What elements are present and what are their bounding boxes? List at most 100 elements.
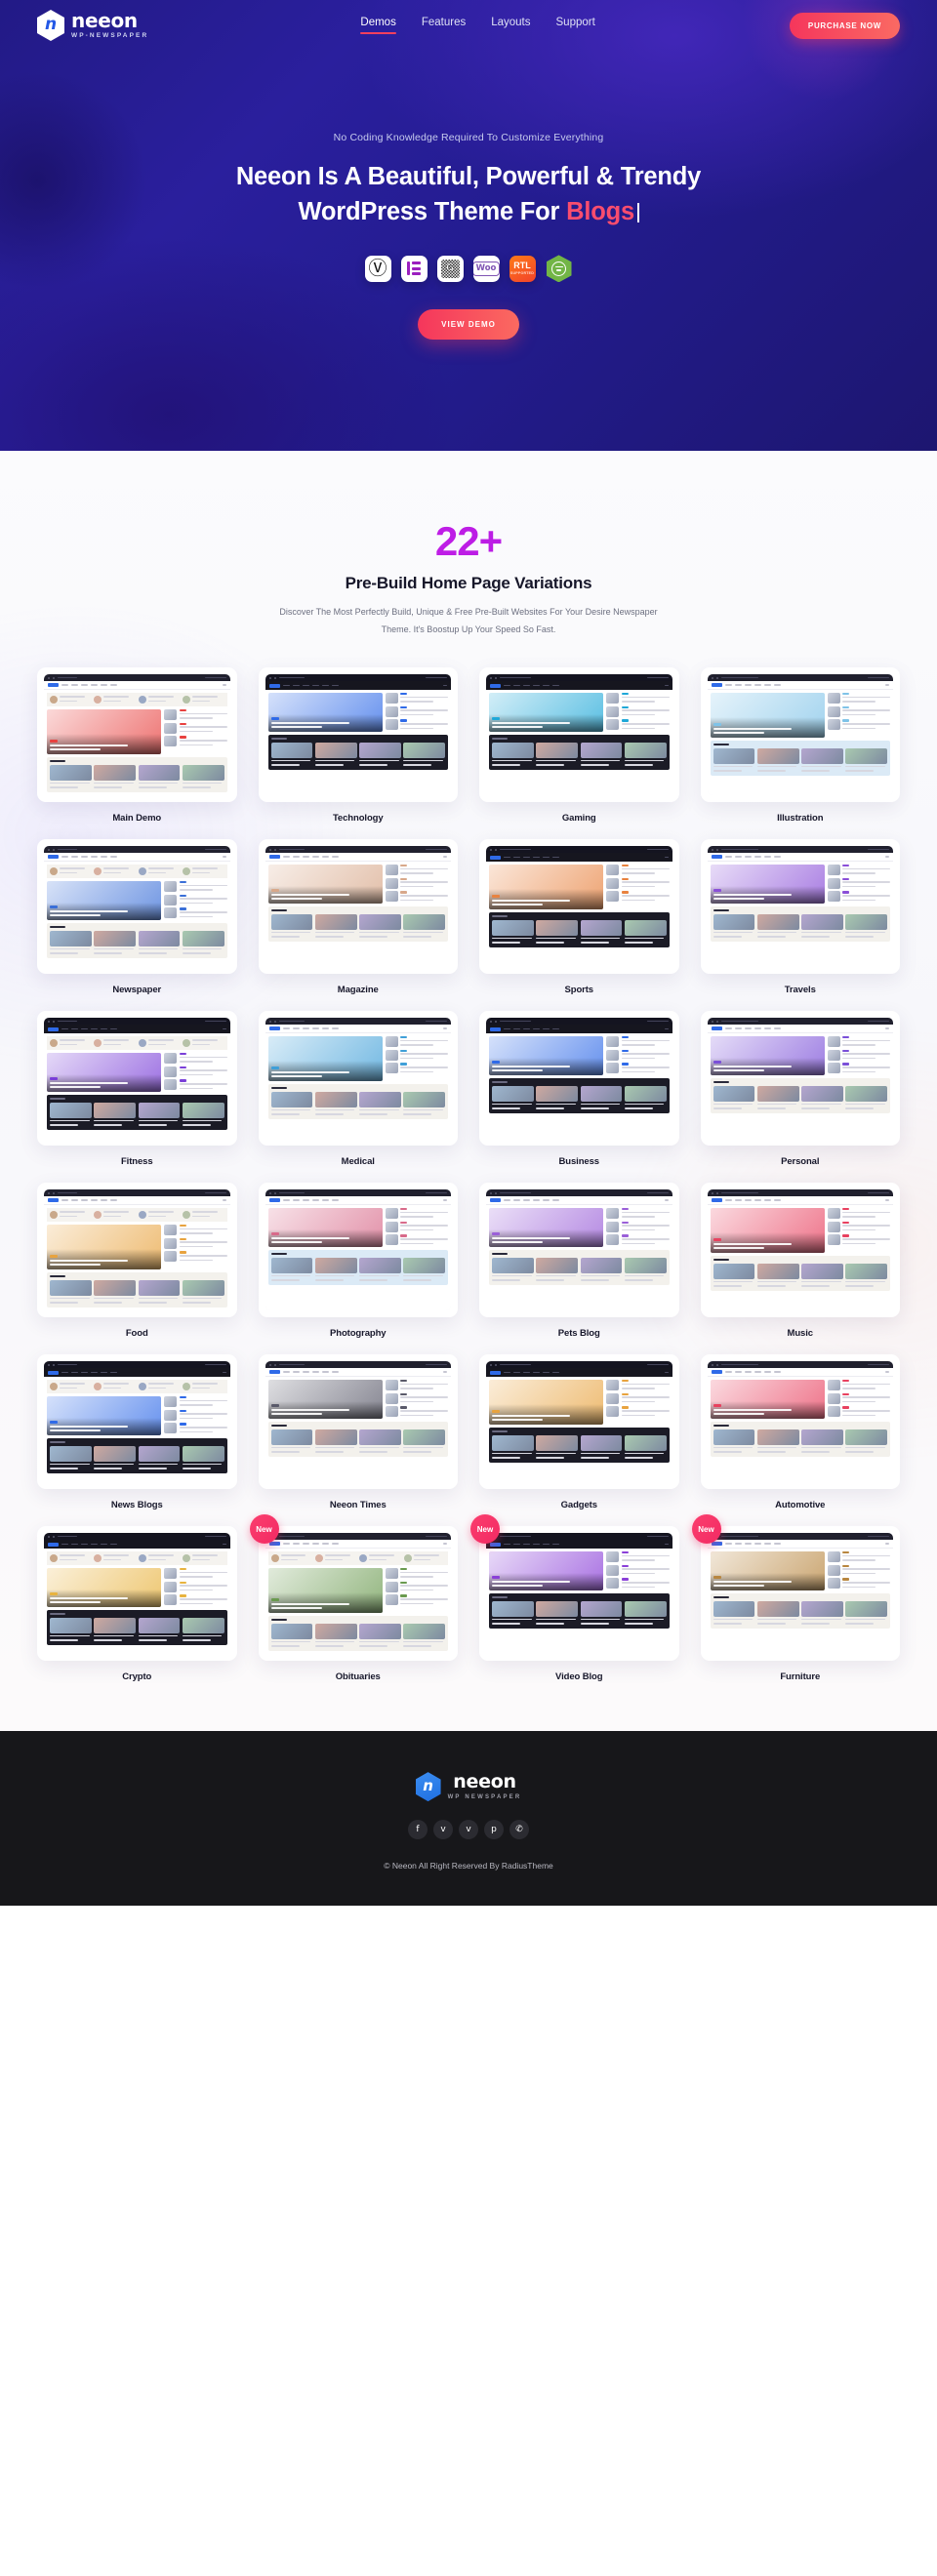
demo-item: Newspaper bbox=[37, 839, 237, 995]
logo-wordmark: neeon bbox=[71, 9, 138, 33]
nav-item-support[interactable]: Support bbox=[556, 17, 595, 34]
footer-logo-mark-letter: n bbox=[423, 1776, 433, 1794]
compatibility-badges: Ⓥ G Woo RTL SUPPORTED bbox=[0, 255, 937, 283]
elementor-badge[interactable] bbox=[400, 255, 428, 282]
demo-label: Video Blog bbox=[555, 1671, 603, 1683]
demo-count: 22+ bbox=[0, 521, 937, 562]
demo-grid: Main Demo Technology Gaming Illustration New… bbox=[37, 667, 900, 1682]
demo-label: Magazine bbox=[337, 985, 379, 996]
demo-card-illustration[interactable] bbox=[700, 667, 900, 803]
demo-label: Business bbox=[558, 1156, 600, 1168]
demo-label: Travels bbox=[784, 985, 816, 996]
nav-links: Demos Features Layouts Support bbox=[343, 17, 595, 34]
demo-card-personal[interactable] bbox=[700, 1011, 900, 1147]
demos-section: 22+ Pre-Build Home Page Variations Disco… bbox=[0, 451, 937, 1731]
wordpress-badge[interactable]: Ⓥ bbox=[364, 255, 391, 282]
demos-heading-group: 22+ Pre-Build Home Page Variations Disco… bbox=[0, 521, 937, 638]
demo-label: Sports bbox=[564, 985, 594, 996]
hero-title-accent-word: Blogs bbox=[566, 198, 635, 226]
gutenberg-badge[interactable]: G bbox=[436, 255, 464, 282]
demo-label: Newspaper bbox=[112, 985, 162, 996]
nav-item-demos[interactable]: Demos bbox=[360, 17, 397, 34]
whatsapp-icon[interactable]: ✆ bbox=[509, 1820, 529, 1840]
demo-label: Gaming bbox=[561, 813, 596, 825]
demo-card-neeon-times[interactable] bbox=[258, 1354, 458, 1490]
woocommerce-icon: Woo bbox=[472, 262, 500, 276]
demo-item: Automotive bbox=[700, 1354, 900, 1510]
demo-card-sports[interactable] bbox=[479, 839, 679, 975]
demo-card-music[interactable] bbox=[700, 1183, 900, 1318]
rtl-label: RTL bbox=[513, 261, 531, 271]
purchase-now-button[interactable]: PURCHASE NOW bbox=[789, 12, 900, 39]
logo-tagline: WP-NEWSPAPER bbox=[71, 32, 149, 40]
footer-logo-hexagon-icon: n bbox=[415, 1772, 441, 1802]
new-badge: New bbox=[470, 1514, 500, 1545]
demo-label: Obituaries bbox=[335, 1671, 381, 1683]
logo-mark-letter: n bbox=[44, 14, 58, 34]
pinterest-icon[interactable]: р bbox=[484, 1820, 504, 1840]
demo-card-pets-blog[interactable] bbox=[479, 1183, 679, 1318]
demo-card-furniture[interactable] bbox=[700, 1526, 900, 1662]
demo-card-food[interactable] bbox=[37, 1183, 237, 1318]
demo-card-business[interactable] bbox=[479, 1011, 679, 1147]
wordpress-icon: Ⓥ bbox=[368, 257, 387, 279]
nav-item-layouts[interactable]: Layouts bbox=[491, 17, 530, 34]
demo-card-photography[interactable] bbox=[258, 1183, 458, 1318]
demo-card-obituaries[interactable] bbox=[258, 1526, 458, 1662]
demos-description: Discover The Most Perfectly Build, Uniqu… bbox=[279, 607, 658, 634]
vimeo-icon[interactable]: v bbox=[459, 1820, 478, 1840]
demo-item: New Video Blog bbox=[470, 1514, 679, 1683]
green-hexagon-icon bbox=[546, 255, 572, 283]
demo-item: Gaming bbox=[479, 667, 679, 824]
social-links: f ᴠ v р ✆ bbox=[0, 1820, 937, 1840]
demo-item: Food bbox=[37, 1183, 237, 1339]
elementor-icon bbox=[406, 262, 422, 276]
demo-item: Medical bbox=[258, 1011, 458, 1167]
demo-card-gadgets[interactable] bbox=[479, 1354, 679, 1490]
demo-item: News Blogs bbox=[37, 1354, 237, 1510]
demo-card-medical[interactable] bbox=[258, 1011, 458, 1147]
demo-card-travels[interactable] bbox=[700, 839, 900, 975]
view-demo-button[interactable]: VIEW DEMO bbox=[418, 309, 519, 341]
demo-card-technology[interactable] bbox=[258, 667, 458, 803]
demo-item: Pets Blog bbox=[479, 1183, 679, 1339]
demo-label: Personal bbox=[781, 1156, 820, 1168]
hero-title-line-2-prefix: WordPress Theme For bbox=[298, 198, 567, 226]
demo-label: Fitness bbox=[120, 1156, 153, 1168]
hero-section: n neeon WP-NEWSPAPER Demos Features Layo… bbox=[0, 0, 937, 451]
demo-item: Business bbox=[479, 1011, 679, 1167]
new-badge: New bbox=[249, 1514, 279, 1545]
demo-item: New Obituaries bbox=[249, 1514, 458, 1683]
demo-card-gaming[interactable] bbox=[479, 667, 679, 803]
demo-label: Technology bbox=[332, 813, 384, 825]
facebook-icon[interactable]: f bbox=[408, 1820, 428, 1840]
footer-logo[interactable]: n neeon WP NEWSPAPER bbox=[415, 1772, 522, 1802]
woocommerce-badge[interactable]: Woo bbox=[472, 255, 500, 282]
demo-label: Crypto bbox=[122, 1671, 152, 1683]
demo-item: Photography bbox=[258, 1183, 458, 1339]
hero-title-line-1: Neeon Is A Beautiful, Powerful & Trendy bbox=[235, 163, 702, 190]
demo-card-newspaper[interactable] bbox=[37, 839, 237, 975]
hero-content: No Coding Knowledge Required To Customiz… bbox=[0, 51, 937, 341]
demo-card-automotive[interactable] bbox=[700, 1354, 900, 1490]
demo-card-magazine[interactable] bbox=[258, 839, 458, 975]
demo-label: Neeon Times bbox=[329, 1500, 387, 1511]
rtl-supported-label: SUPPORTED bbox=[509, 271, 535, 276]
demo-item: Neeon Times bbox=[258, 1354, 458, 1511]
demo-label: Food bbox=[125, 1328, 148, 1340]
footer-tagline: WP NEWSPAPER bbox=[447, 1794, 522, 1801]
demo-card-crypto[interactable] bbox=[37, 1526, 237, 1662]
jetengine-badge[interactable] bbox=[546, 255, 573, 283]
gutenberg-icon: G bbox=[440, 259, 460, 278]
demo-label: Main Demo bbox=[112, 813, 162, 825]
demo-card-video-blog[interactable] bbox=[479, 1526, 679, 1662]
demo-item: Personal bbox=[700, 1011, 900, 1168]
demo-card-fitness[interactable] bbox=[37, 1011, 237, 1147]
nav-item-features[interactable]: Features bbox=[422, 17, 466, 34]
twitter-icon[interactable]: ᴠ bbox=[433, 1820, 453, 1840]
demo-card-news-blogs[interactable] bbox=[37, 1354, 237, 1490]
rtl-badge[interactable]: RTL SUPPORTED bbox=[509, 255, 536, 282]
demo-item: New Furniture bbox=[691, 1514, 900, 1682]
site-logo[interactable]: n neeon WP-NEWSPAPER bbox=[37, 10, 148, 41]
demo-card-main-demo[interactable] bbox=[37, 667, 237, 803]
